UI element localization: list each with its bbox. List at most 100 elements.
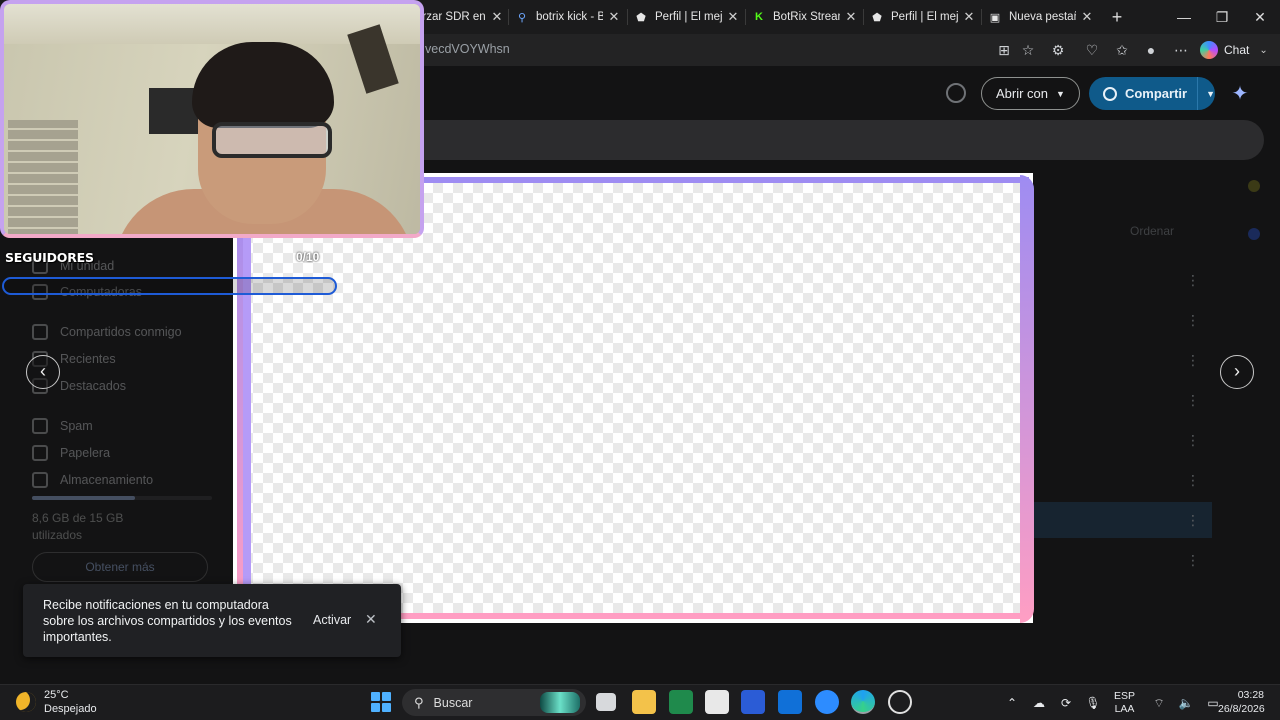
- row-more-icon[interactable]: ⋮: [1186, 472, 1200, 489]
- keyboard-layout: LAA: [1114, 703, 1135, 715]
- trash-icon: [32, 445, 48, 461]
- storage-meter: [32, 496, 212, 500]
- row-more-icon[interactable]: ⋮: [1186, 512, 1200, 529]
- row-more-icon[interactable]: ⋮: [1186, 352, 1200, 369]
- weather-widget[interactable]: 25°C Despejado: [16, 688, 97, 716]
- chevron-up-icon[interactable]: ⌃: [1004, 696, 1020, 710]
- keep-app-icon[interactable]: [1248, 180, 1260, 192]
- notification-banner: Recibe notificaciones en tu computadora …: [23, 584, 401, 657]
- next-file-button[interactable]: ›: [1220, 355, 1254, 389]
- temperature: 25°C: [44, 689, 69, 701]
- apps-icon[interactable]: ⊞: [994, 40, 1014, 60]
- gemini-sparkle-icon[interactable]: ✦: [1228, 82, 1252, 106]
- favorite-star-icon[interactable]: ☆: [1018, 40, 1038, 60]
- search-highlight-image: [540, 692, 580, 713]
- browser-essentials-icon[interactable]: ♡: [1082, 40, 1102, 60]
- close-icon[interactable]: ✕: [490, 9, 504, 25]
- microphone-icon[interactable]: 🎙: [1085, 696, 1101, 710]
- clock[interactable]: 03:28 26/8/2026: [1218, 688, 1265, 716]
- tab-sdr[interactable]: orzar SDR en C ✕: [416, 4, 504, 30]
- tab-perfil-1[interactable]: ⬟ Perfil | El mejor ✕: [634, 4, 740, 30]
- close-icon[interactable]: ✕: [844, 9, 858, 25]
- get-more-storage-button[interactable]: Obtener más: [32, 552, 208, 582]
- row-more-icon[interactable]: ⋮: [1186, 432, 1200, 449]
- new-tab-button[interactable]: +: [1106, 6, 1128, 28]
- open-with-button[interactable]: Abrir con ▼: [981, 77, 1080, 110]
- tab-new-tab[interactable]: ▣ Nueva pestaña ✕: [988, 4, 1094, 30]
- row-more-icon[interactable]: ⋮: [1186, 312, 1200, 329]
- overlay-frame-edge: [1020, 175, 1034, 623]
- sidebar-item-storage[interactable]: Almacenamiento: [32, 472, 153, 488]
- copilot-chat-button[interactable]: Chat ⌄: [1200, 39, 1268, 61]
- activate-notifications-button[interactable]: Activar: [313, 613, 351, 627]
- chevron-down-icon[interactable]: ⌄: [1259, 45, 1267, 56]
- window-close-icon[interactable]: ✕: [1249, 6, 1271, 28]
- close-icon[interactable]: ✕: [962, 9, 976, 25]
- tab-perfil-2[interactable]: ⬟ Perfil | El mejor ✕: [870, 4, 976, 30]
- sidebar-item-trash[interactable]: Papelera: [32, 445, 110, 461]
- sync-icon[interactable]: ⟳: [1058, 696, 1074, 710]
- task-view-icon[interactable]: [596, 693, 616, 711]
- minimize-icon[interactable]: —: [1173, 6, 1195, 28]
- people-icon: [32, 324, 48, 340]
- row-more-icon[interactable]: ⋮: [1186, 392, 1200, 409]
- row-more-icon[interactable]: ⋮: [1186, 552, 1200, 569]
- share-button[interactable]: Compartir ▼: [1089, 77, 1215, 110]
- followers-goal-label: SEGUIDORES: [5, 250, 94, 265]
- close-icon[interactable]: ✕: [365, 611, 377, 628]
- sidebar-item-spam[interactable]: Spam: [32, 418, 93, 434]
- shield-logo-icon: ⬟: [636, 11, 646, 24]
- store-icon[interactable]: [705, 690, 729, 714]
- calendar-app-icon[interactable]: [1248, 228, 1260, 240]
- close-icon[interactable]: ✕: [1080, 9, 1094, 25]
- sort-label[interactable]: Ordenar: [1130, 224, 1174, 238]
- tab-label: Nueva pestaña: [1009, 11, 1076, 23]
- edge-icon[interactable]: [851, 690, 875, 714]
- caret-down-icon[interactable]: ▼: [1206, 89, 1215, 99]
- more-menu-icon[interactable]: ⋯: [1171, 40, 1191, 60]
- zoom-icon[interactable]: [815, 690, 839, 714]
- language-indicator[interactable]: ESP LAA: [1114, 690, 1135, 716]
- activity-icon[interactable]: [946, 83, 966, 103]
- extensions-icon[interactable]: ⚙: [1048, 40, 1068, 60]
- tab-label: BotRix Stream: [773, 11, 840, 23]
- previous-file-button[interactable]: ‹: [26, 355, 60, 389]
- profile-avatar[interactable]: ●: [1141, 40, 1161, 60]
- sidebar-item-shared[interactable]: Compartidos conmigo: [32, 324, 182, 340]
- sidebar-item-label: Recientes: [60, 352, 116, 366]
- maximize-icon[interactable]: ❐: [1211, 6, 1233, 28]
- copilot-icon: [1200, 41, 1218, 59]
- taskbar-search[interactable]: ⚲ Buscar: [402, 689, 586, 716]
- onedrive-icon[interactable]: ☁: [1031, 696, 1047, 710]
- excel-icon[interactable]: [669, 690, 693, 714]
- tab-botrix-stream[interactable]: K BotRix Stream ✕: [752, 4, 858, 30]
- word-icon[interactable]: [741, 690, 765, 714]
- url-text[interactable]: vecdVOYWhsn: [425, 42, 510, 56]
- new-tab-page-icon: ▣: [989, 11, 1001, 24]
- sidebar-item-label: Compartidos conmigo: [60, 325, 182, 339]
- favorites-icon[interactable]: ✩: [1112, 40, 1132, 60]
- close-icon[interactable]: ✕: [607, 9, 621, 25]
- taskbar-search-label: Buscar: [433, 695, 473, 710]
- storage-meter-fill: [32, 496, 135, 500]
- cloud-icon: [32, 472, 48, 488]
- wifi-icon[interactable]: ⌔: [1151, 696, 1167, 711]
- system-tray: ⌃ ☁ ⟳ 🎙 ESP LAA ⌔ 🔈 ▭: [1004, 685, 1232, 720]
- row-more-icon[interactable]: ⋮: [1186, 272, 1200, 289]
- sidebar-item-label: Papelera: [60, 446, 111, 460]
- start-button[interactable]: [371, 692, 391, 712]
- globe-icon: [1103, 86, 1117, 101]
- copilot-app-icon[interactable]: [888, 690, 912, 714]
- caret-down-icon: ▼: [1056, 88, 1065, 99]
- share-label: Compartir: [1124, 86, 1188, 101]
- file-explorer-icon[interactable]: [632, 690, 656, 714]
- open-with-label: Abrir con: [996, 86, 1049, 101]
- search-icon: ⚲: [517, 11, 527, 24]
- search-bar[interactable]: [420, 120, 1264, 160]
- tab-botrix-search[interactable]: ⚲ botrix kick - Bú ✕: [515, 4, 621, 30]
- volume-icon[interactable]: 🔈: [1178, 696, 1194, 710]
- webcam-feed: [0, 0, 424, 238]
- close-icon[interactable]: ✕: [726, 9, 740, 25]
- clock-date: 26/8/2026: [1218, 703, 1265, 715]
- outlook-icon[interactable]: [778, 690, 802, 714]
